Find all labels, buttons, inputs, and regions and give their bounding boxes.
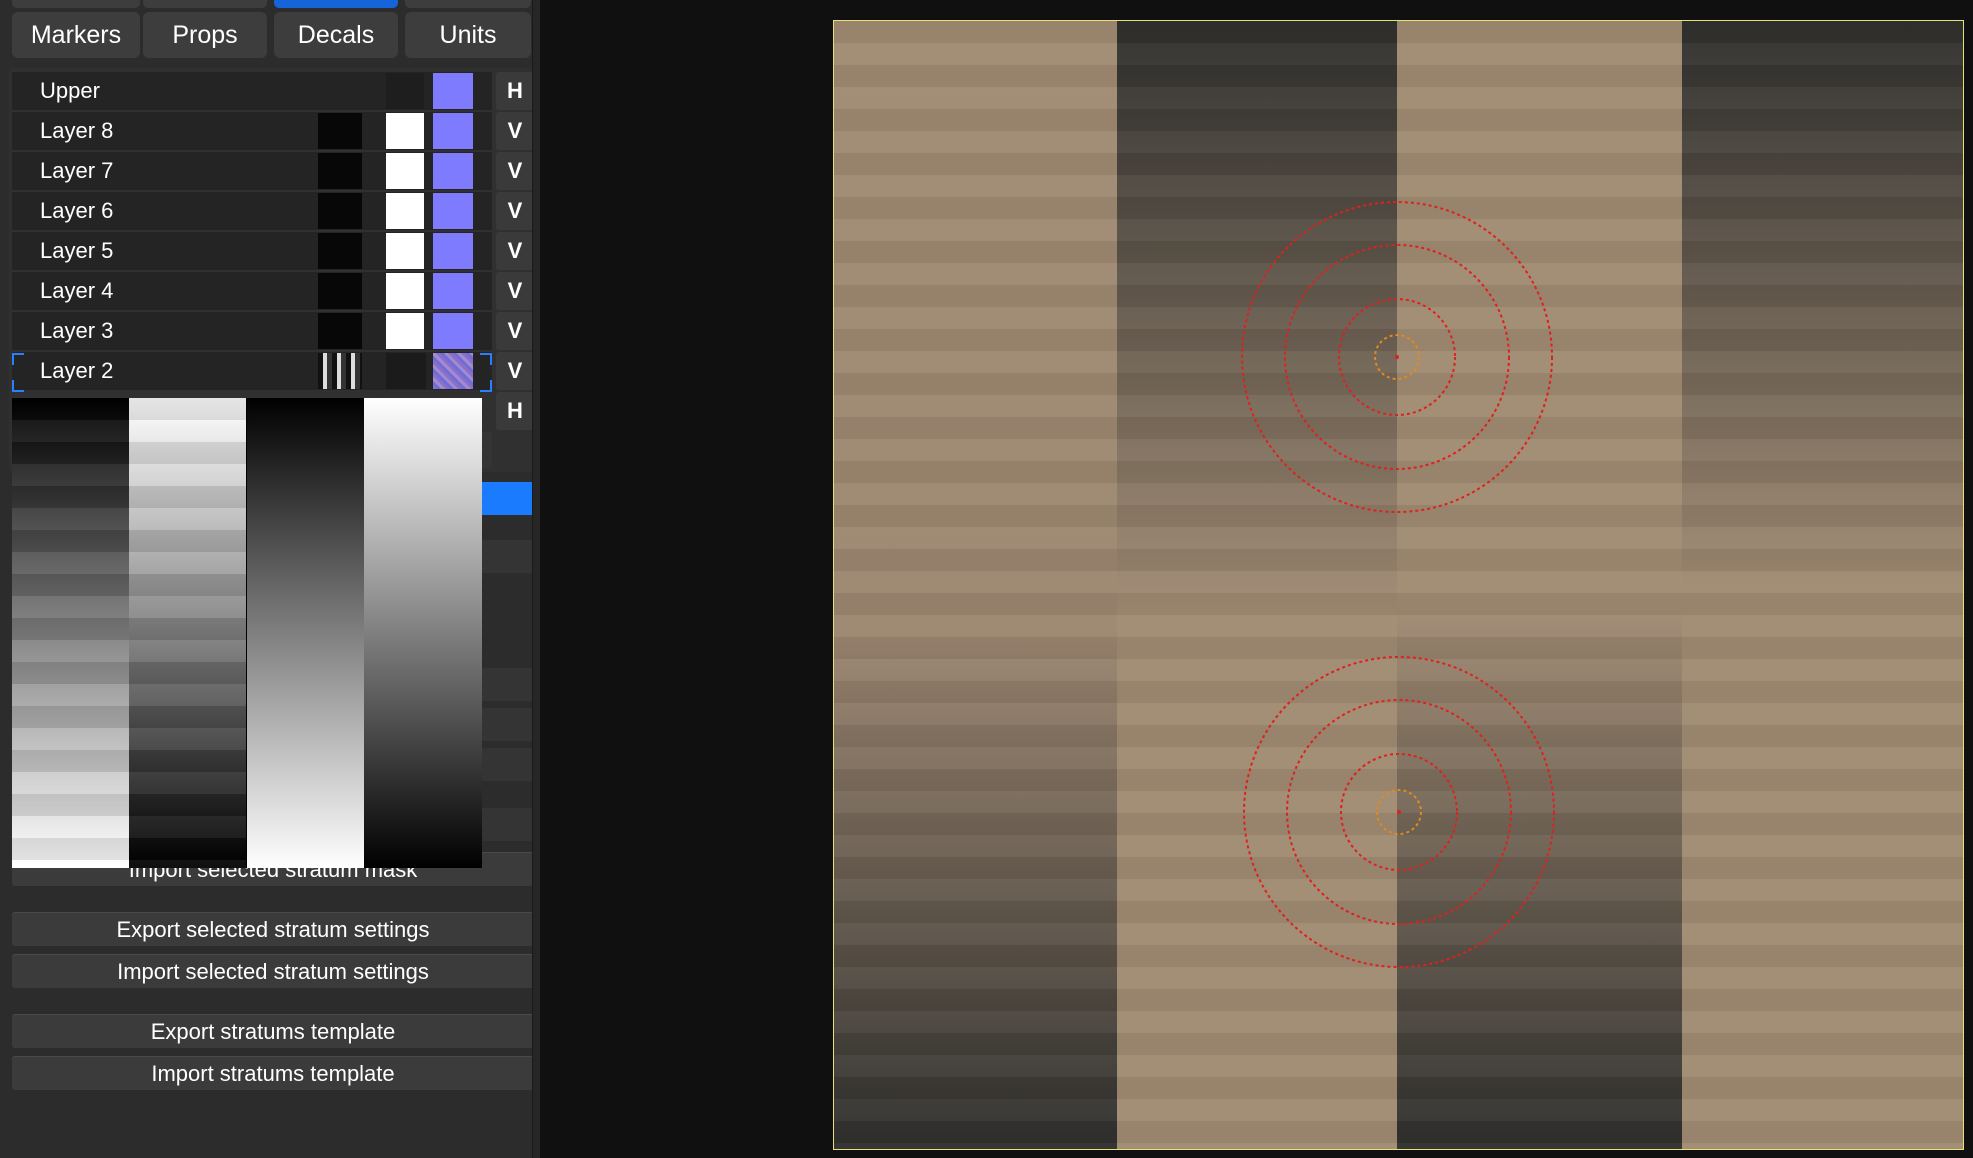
tab-decals[interactable]: Decals	[274, 12, 398, 58]
marker-bottom-center	[1397, 810, 1401, 814]
tab-markers[interactable]: Markers	[12, 12, 140, 58]
normal-swatch[interactable]	[433, 153, 473, 189]
selection-corner	[12, 353, 24, 365]
selection-corner	[480, 353, 492, 365]
albedo-swatch[interactable]	[386, 153, 424, 189]
gradient-preset-stepped-down[interactable]	[129, 398, 246, 868]
visibility-toggle-button[interactable]: V	[496, 352, 534, 390]
import-stratum-settings-button[interactable]: Import selected stratum settings	[12, 954, 534, 988]
mask-swatch[interactable]	[318, 153, 362, 189]
mask-swatch[interactable]	[318, 313, 362, 349]
selection-corner	[12, 380, 24, 392]
visibility-toggle-button[interactable]: V	[496, 112, 534, 150]
left-panel: Markers Props Decals Units Upper H Layer…	[0, 0, 540, 1158]
stratum-row-upper[interactable]: Upper	[12, 72, 492, 110]
normal-swatch[interactable]	[433, 233, 473, 269]
mask-swatch[interactable]	[318, 113, 362, 149]
stratum-label: Layer 7	[40, 158, 114, 183]
stratum-label: Layer 5	[40, 238, 114, 263]
mask-swatch[interactable]	[318, 193, 362, 229]
tab-top-1[interactable]	[12, 0, 140, 8]
marker-top-center	[1395, 355, 1399, 359]
albedo-swatch[interactable]	[386, 73, 424, 109]
hide-toggle-button[interactable]: H	[496, 392, 534, 430]
normal-swatch[interactable]	[433, 73, 473, 109]
stratum-label: Layer 8	[40, 118, 114, 143]
visibility-toggle-button[interactable]: V	[496, 192, 534, 230]
normal-swatch[interactable]	[433, 113, 473, 149]
albedo-swatch[interactable]	[386, 313, 424, 349]
albedo-swatch[interactable]	[386, 233, 424, 269]
tab-top-3-active[interactable]	[274, 0, 398, 8]
stratum-label: Layer 2	[40, 358, 114, 383]
gradient-preset-stepped-up[interactable]	[12, 398, 129, 868]
normal-swatch[interactable]	[433, 273, 473, 309]
visibility-toggle-button[interactable]: V	[496, 152, 534, 190]
mask-swatch[interactable]	[318, 273, 362, 309]
stratum-label: Layer 6	[40, 198, 114, 223]
mask-swatch[interactable]	[318, 353, 362, 389]
visibility-toggle-button[interactable]: V	[496, 272, 534, 310]
stratum-row[interactable]: Layer 6	[12, 192, 492, 230]
stratum-label: Upper	[40, 78, 100, 103]
normal-swatch[interactable]	[433, 353, 473, 389]
stratum-row-selected[interactable]: Layer 2	[12, 352, 492, 390]
stratum-row[interactable]: Layer 5	[12, 232, 492, 270]
terrain-banding	[834, 21, 1963, 1149]
selection-corner	[480, 380, 492, 392]
gradient-preset-smooth-down[interactable]	[364, 398, 482, 868]
albedo-swatch[interactable]	[386, 273, 424, 309]
stratum-label: Layer 4	[40, 278, 114, 303]
mask-preset-popup	[12, 398, 482, 868]
stratum-row[interactable]: Layer 7	[12, 152, 492, 190]
export-template-button[interactable]: Export stratums template	[12, 1014, 534, 1048]
normal-swatch[interactable]	[433, 313, 473, 349]
tab-props[interactable]: Props	[143, 12, 267, 58]
stratum-row[interactable]: Layer 3	[12, 312, 492, 350]
albedo-swatch[interactable]	[386, 193, 424, 229]
mask-swatch[interactable]	[318, 233, 362, 269]
tab-top-4[interactable]	[405, 0, 531, 8]
normal-swatch[interactable]	[433, 193, 473, 229]
stratum-label: Layer 3	[40, 318, 114, 343]
tab-top-2[interactable]	[143, 0, 267, 8]
visibility-toggle-button[interactable]: V	[496, 312, 534, 350]
albedo-swatch[interactable]	[386, 113, 424, 149]
export-stratum-settings-button[interactable]: Export selected stratum settings	[12, 912, 534, 946]
map-viewport[interactable]	[833, 20, 1964, 1150]
import-template-button[interactable]: Import stratums template	[12, 1056, 534, 1090]
visibility-toggle-button[interactable]: V	[496, 232, 534, 270]
albedo-swatch[interactable]	[386, 353, 426, 389]
stratum-row[interactable]: Layer 8	[12, 112, 492, 150]
tab-units[interactable]: Units	[405, 12, 531, 58]
gradient-preset-smooth-up[interactable]	[247, 398, 364, 868]
stratum-row[interactable]: Layer 4	[12, 272, 492, 310]
hide-toggle-button[interactable]: H	[496, 72, 534, 110]
